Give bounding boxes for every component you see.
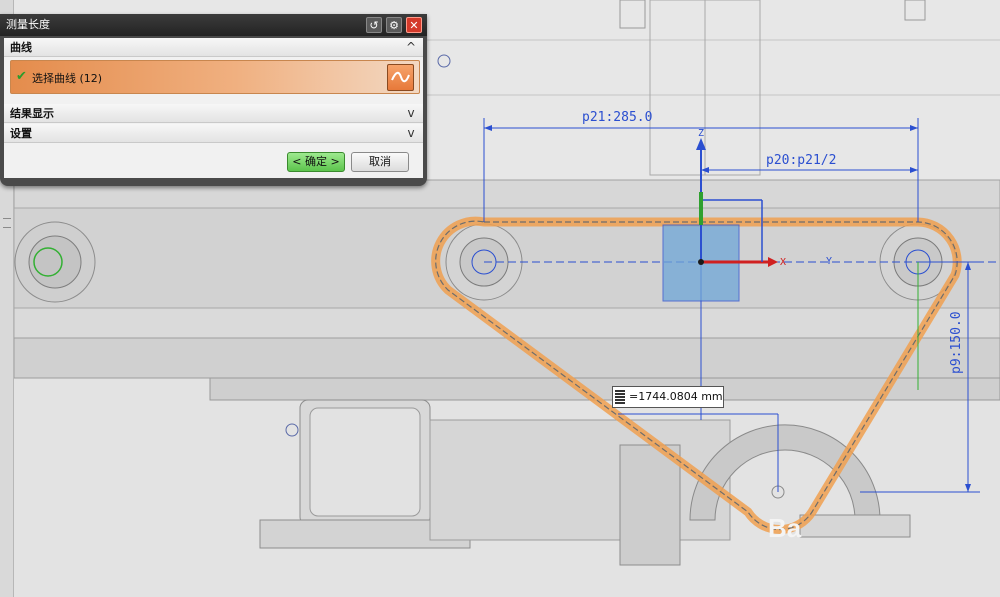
ok-button[interactable]: < 确定 > [287, 152, 345, 172]
x-axis-label: X [780, 257, 787, 268]
dimension-p21[interactable]: p21:285.0 [582, 110, 652, 125]
section-result-display[interactable]: 结果显示 v [4, 104, 423, 123]
chevron-down-icon[interactable]: v [404, 125, 418, 141]
curve-icon [391, 71, 410, 83]
section-settings-title: 设置 [10, 127, 32, 140]
gear-icon[interactable]: ⚙ [386, 17, 402, 33]
chevron-down-icon[interactable]: v [404, 105, 418, 121]
grip-icon[interactable] [615, 390, 625, 404]
part-text: Ba [768, 513, 802, 543]
z-axis-label: Z [698, 128, 705, 139]
dialog-title: 测量长度 [6, 18, 50, 31]
reset-icon[interactable]: ↺ [366, 17, 382, 33]
section-result-title: 结果显示 [10, 107, 54, 120]
section-curve-title: 曲线 [10, 41, 32, 54]
resize-grip-icon[interactable] [3, 218, 11, 228]
dimension-p9[interactable]: p9:150.0 [949, 311, 964, 374]
curve-select-button[interactable] [387, 64, 414, 91]
dialog-titlebar[interactable]: 测量长度 ↺ ⚙ ✕ [0, 14, 427, 36]
measure-length-dialog: 测量长度 ↺ ⚙ ✕ 曲线 ^ ✔ 选择曲线 (12) 结果显示 v 设置 v … [0, 14, 427, 186]
section-curve[interactable]: 曲线 ^ [4, 38, 423, 57]
dialog-body: 曲线 ^ ✔ 选择曲线 (12) 结果显示 v 设置 v < 确定 > 取消 [4, 38, 423, 178]
cancel-button[interactable]: 取消 [351, 152, 409, 172]
select-curve-row[interactable]: ✔ 选择曲线 (12) [10, 60, 420, 94]
check-icon: ✔ [16, 69, 27, 84]
close-icon[interactable]: ✕ [406, 17, 422, 33]
select-curve-label: 选择曲线 (12) [32, 72, 103, 85]
section-settings[interactable]: 设置 v [4, 124, 423, 143]
measurement-result-value: =1744.0804 mm [629, 390, 723, 403]
measurement-result-tooltip[interactable]: =1744.0804 mm [612, 386, 724, 408]
y-axis-label: Y [826, 256, 833, 267]
chevron-up-icon[interactable]: ^ [404, 39, 418, 55]
dimension-p20[interactable]: p20:p21/2 [766, 153, 836, 168]
